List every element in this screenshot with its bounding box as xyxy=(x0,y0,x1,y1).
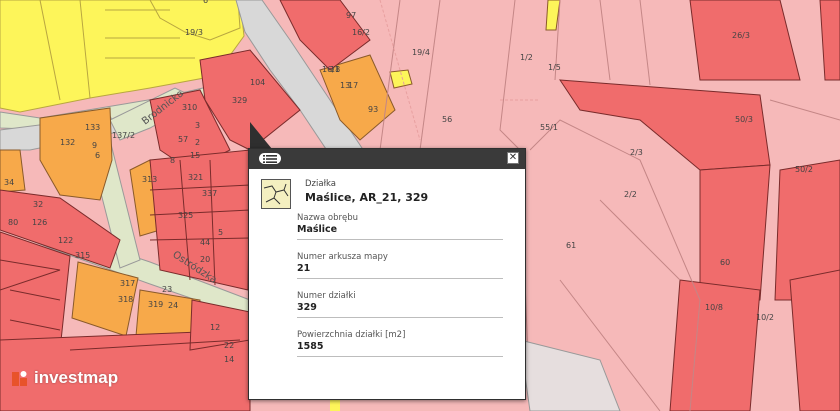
plot-number-label[interactable]: 321 xyxy=(188,173,203,182)
popup-body: Działka Maślice, AR_21, 329 Nazwa obrębu… xyxy=(249,169,525,357)
field-label: Numer działki xyxy=(297,291,356,301)
plot-number-label[interactable]: 325 xyxy=(178,211,193,220)
plot-number-label[interactable]: 61 xyxy=(566,241,576,250)
popup-title-row: Działka Maślice, AR_21, 329 xyxy=(261,177,513,209)
plot-number-label[interactable]: 10/2 xyxy=(756,313,774,322)
plot-number-label[interactable]: 32 xyxy=(33,200,43,209)
field-value: 329 xyxy=(297,302,317,313)
plot-number-label[interactable]: 18 xyxy=(330,65,340,74)
plot-number-label[interactable]: 97 xyxy=(346,11,356,20)
plot-number-label[interactable]: 60 xyxy=(720,258,730,267)
plot-number-label[interactable]: 6 xyxy=(203,0,208,5)
plot-number-label[interactable]: 80 xyxy=(8,218,18,227)
plot-number-label[interactable]: 15 xyxy=(190,151,200,160)
plot-number-label[interactable]: 132 xyxy=(60,138,75,147)
close-icon[interactable]: ✕ xyxy=(507,152,519,164)
plot-number-label[interactable]: 57 xyxy=(178,135,188,144)
plot-number-label[interactable]: 13 xyxy=(340,81,350,90)
plot-number-label[interactable]: 50/2 xyxy=(795,165,813,174)
plot-number-label[interactable]: 24 xyxy=(168,301,178,310)
plot-number-label[interactable]: 23 xyxy=(162,285,172,294)
plot-number-label[interactable]: 5 xyxy=(218,228,223,237)
field-value: 1585 xyxy=(297,341,324,352)
plot-number-label[interactable]: 56 xyxy=(442,115,452,124)
plot-number-label[interactable]: 137/2 xyxy=(112,131,135,140)
logo-text: investmap xyxy=(34,368,119,387)
plot-number-label[interactable]: 9 xyxy=(92,141,97,150)
field-label: Powierzchnia działki [m2] xyxy=(297,330,406,340)
popup-title: Maślice, AR_21, 329 xyxy=(305,191,429,204)
plot-number-label[interactable]: 315 xyxy=(75,251,90,260)
field-numer-arkusza: Numer arkusza mapy 21 xyxy=(297,248,503,279)
popup-title-small: Działka xyxy=(305,179,336,189)
plot-number-label[interactable]: 329 xyxy=(232,96,247,105)
plot-number-label[interactable]: 122 xyxy=(58,236,73,245)
list-icon[interactable] xyxy=(259,153,281,164)
field-nazwa-obrebu: Nazwa obrębu Maślice xyxy=(297,209,503,240)
plot-number-label[interactable]: 317 xyxy=(120,279,135,288)
parcel-info-popup: ✕ Działka Maślice, AR_21, 329 Nazwa obrę… xyxy=(248,148,526,400)
plot-number-label[interactable]: 19/3 xyxy=(185,28,203,37)
plot-number-label[interactable]: 337 xyxy=(202,189,217,198)
plot-number-label[interactable]: 1/2 xyxy=(520,53,533,62)
plot-number-label[interactable]: 133 xyxy=(85,123,100,132)
plot-number-label[interactable]: 14 xyxy=(224,355,234,364)
plot-number-label[interactable]: 2/3 xyxy=(630,148,643,157)
plot-number-label[interactable]: 44 xyxy=(200,238,210,247)
plot-number-label[interactable]: 310 xyxy=(182,103,197,112)
plot-number-label[interactable]: 16/2 xyxy=(352,28,370,37)
plot-number-label[interactable]: 6 xyxy=(95,151,100,160)
field-powierzchnia: Powierzchnia działki [m2] 1585 xyxy=(297,326,503,357)
plot-number-label[interactable]: 34 xyxy=(4,178,14,187)
plot-number-label[interactable]: 1/5 xyxy=(548,63,561,72)
plot-number-label[interactable]: 313 xyxy=(142,175,157,184)
plot-number-label[interactable]: 319 xyxy=(148,300,163,309)
parcel-thumbnail-icon xyxy=(261,179,291,209)
popup-pointer xyxy=(250,122,272,149)
popup-header: ✕ xyxy=(249,149,525,169)
investmap-logo[interactable]: investmap xyxy=(12,368,118,388)
field-value: Maślice xyxy=(297,224,338,235)
plot-number-label[interactable]: 126 xyxy=(32,218,47,227)
red-parcel xyxy=(669,279,761,411)
plot-number-label[interactable]: 10/8 xyxy=(705,303,723,312)
field-label: Numer arkusza mapy xyxy=(297,252,388,262)
plot-number-label[interactable]: 19/4 xyxy=(412,48,430,57)
plot-number-label[interactable]: 93 xyxy=(368,105,378,114)
plot-number-label[interactable]: 50/3 xyxy=(735,115,753,124)
plot-number-label[interactable]: 22 xyxy=(224,341,234,350)
field-label: Nazwa obrębu xyxy=(297,213,358,223)
plot-number-label[interactable]: 2 xyxy=(195,138,200,147)
plot-number-label[interactable]: 26/3 xyxy=(732,31,750,40)
plot-number-label[interactable]: 104 xyxy=(250,78,265,87)
plot-number-label[interactable]: 318 xyxy=(118,295,133,304)
red-parcel xyxy=(689,0,801,81)
field-numer-dzialki: Numer działki 329 xyxy=(297,287,503,318)
plot-number-label[interactable]: 20 xyxy=(200,255,210,264)
plot-number-label[interactable]: 55/1 xyxy=(540,123,558,132)
plot-number-label[interactable]: 3 xyxy=(195,121,200,130)
field-value: 21 xyxy=(297,263,311,274)
plot-number-label[interactable]: 12 xyxy=(210,323,220,332)
plot-number-label[interactable]: 2/2 xyxy=(624,190,637,199)
investmap-logo-icon xyxy=(12,370,28,386)
plot-number-label[interactable]: 8 xyxy=(170,156,175,165)
